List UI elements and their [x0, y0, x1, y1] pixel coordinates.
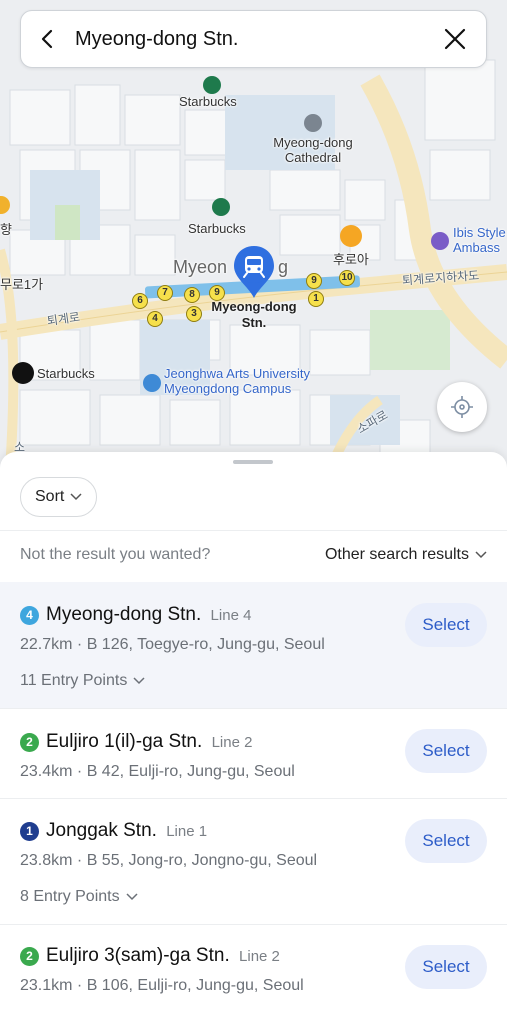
- result-name-wrap: Euljiro 1(il)-ga Stn. Line 2: [46, 731, 252, 753]
- exit-7-marker[interactable]: 8: [184, 287, 200, 303]
- starbucks-reserve-icon[interactable]: [12, 362, 34, 384]
- search-bar[interactable]: Myeong-dong Stn.: [20, 10, 487, 68]
- result-name: Euljiro 1(il)-ga Stn.: [46, 731, 203, 752]
- result-name: Jonggak Stn.: [46, 820, 157, 841]
- result-line: Line 2: [239, 948, 280, 965]
- clear-button[interactable]: [424, 11, 486, 67]
- area-label: Myeon: [173, 257, 228, 277]
- result-meta: 22.7km · B 126, Toegye-ro, Jung-gu, Seou…: [20, 636, 325, 653]
- result-name-wrap: Myeong-dong Stn. Line 4: [46, 604, 251, 626]
- search-query[interactable]: Myeong-dong Stn.: [75, 28, 424, 51]
- starbucks-mid-icon[interactable]: [212, 198, 230, 216]
- result-name: Euljiro 3(sam)-ga Stn.: [46, 945, 230, 966]
- station-pin[interactable]: [232, 244, 276, 300]
- result-name-wrap: Jonggak Stn. Line 1: [46, 820, 207, 842]
- university-icon[interactable]: [143, 374, 161, 392]
- entry-points-label: 8 Entry Points: [20, 888, 120, 905]
- not-wanted-text: Not the result you wanted?: [20, 546, 211, 563]
- sort-label: Sort: [35, 488, 65, 505]
- chevron-left-icon: [41, 29, 53, 49]
- divider: [0, 530, 507, 531]
- starbucks-reserve-label[interactable]: Starbucks: [37, 366, 95, 381]
- chevron-down-icon: [475, 551, 487, 559]
- line-4-badge: 4: [20, 606, 39, 625]
- line-1-badge: 1: [20, 822, 39, 841]
- exit-4-marker[interactable]: 4: [147, 311, 163, 327]
- result-meta: 23.4km · B 42, Eulji-ro, Jung-gu, Seoul: [20, 763, 295, 780]
- chevron-down-icon: [126, 893, 138, 901]
- exit-1-marker[interactable]: 1: [308, 291, 324, 307]
- line-2-badge: 2: [20, 947, 39, 966]
- back-button[interactable]: [21, 11, 75, 67]
- result-meta: 23.1km · B 106, Eulji-ro, Jung-gu, Seoul: [20, 977, 304, 994]
- map-base: [0, 0, 507, 470]
- map-view[interactable]: Starbucks Myeong-dong Cathedral Starbuck…: [0, 0, 507, 470]
- ibis-label[interactable]: Ibis Style Ambass: [453, 225, 507, 255]
- hyang-label[interactable]: 향: [0, 222, 12, 237]
- sheet-handle[interactable]: [233, 460, 273, 464]
- subway-train-icon: [234, 246, 274, 298]
- select-button[interactable]: Select: [405, 729, 487, 773]
- starbucks-top-label[interactable]: Starbucks: [179, 94, 237, 109]
- chevron-down-icon: [133, 677, 145, 685]
- starbucks-top-icon[interactable]: [203, 76, 221, 94]
- starbucks-mid-label[interactable]: Starbucks: [188, 221, 246, 236]
- crosshair-icon: [451, 396, 473, 418]
- select-button[interactable]: Select: [405, 603, 487, 647]
- exit-6-marker[interactable]: 7: [157, 285, 173, 301]
- station-label[interactable]: Myeong-dong Stn.: [200, 299, 308, 331]
- close-icon: [444, 28, 466, 50]
- area-label-end: g: [278, 257, 289, 277]
- exit-10-marker[interactable]: 10: [339, 270, 355, 286]
- smiley-icon[interactable]: [340, 225, 362, 247]
- exit-5-marker[interactable]: 6: [132, 293, 148, 309]
- line-2-badge: 2: [20, 733, 39, 752]
- entry-points-toggle[interactable]: 8 Entry Points: [20, 888, 138, 906]
- sort-button[interactable]: Sort: [20, 477, 98, 517]
- locate-button[interactable]: [437, 382, 487, 432]
- result-name-wrap: Euljiro 3(sam)-ga Stn. Line 2: [46, 945, 280, 967]
- result-item[interactable]: 2 Euljiro 1(il)-ga Stn. Line 2 23.4km · …: [0, 709, 507, 799]
- result-meta: 23.8km · B 55, Jong-ro, Jongno-gu, Seoul: [20, 852, 318, 869]
- huroa-label[interactable]: 후로아: [333, 252, 369, 267]
- cathedral-label[interactable]: Myeong-dong Cathedral: [262, 135, 364, 165]
- other-results-label: Other search results: [324, 546, 469, 563]
- exit-9-marker[interactable]: 9: [306, 273, 322, 289]
- chevron-down-icon: [70, 493, 82, 501]
- results-sheet[interactable]: Sort Not the result you wanted? Other se…: [0, 452, 507, 1024]
- jeonghwa-label[interactable]: Jeonghwa Arts University Myeongdong Camp…: [164, 366, 344, 396]
- select-button[interactable]: Select: [405, 819, 487, 863]
- result-line: Line 4: [210, 607, 252, 624]
- result-line: Line 1: [166, 823, 208, 840]
- result-name: Myeong-dong Stn.: [46, 604, 202, 625]
- hotel-icon[interactable]: [431, 232, 449, 250]
- result-line: Line 2: [211, 734, 253, 751]
- result-item[interactable]: 2 Euljiro 3(sam)-ga Stn. Line 2 23.1km ·…: [0, 925, 507, 1024]
- other-results-button[interactable]: Other search results: [325, 546, 487, 564]
- result-item[interactable]: 4 Myeong-dong Stn. Line 4 22.7km · B 126…: [0, 582, 507, 709]
- cathedral-icon[interactable]: [304, 114, 322, 132]
- entry-points-toggle[interactable]: 11 Entry Points: [20, 672, 145, 690]
- result-item[interactable]: 1 Jonggak Stn. Line 1 23.8km · B 55, Jon…: [0, 799, 507, 925]
- muro-label: 무로1가: [0, 277, 44, 292]
- select-button[interactable]: Select: [405, 945, 487, 989]
- entry-points-label: 11 Entry Points: [20, 672, 128, 689]
